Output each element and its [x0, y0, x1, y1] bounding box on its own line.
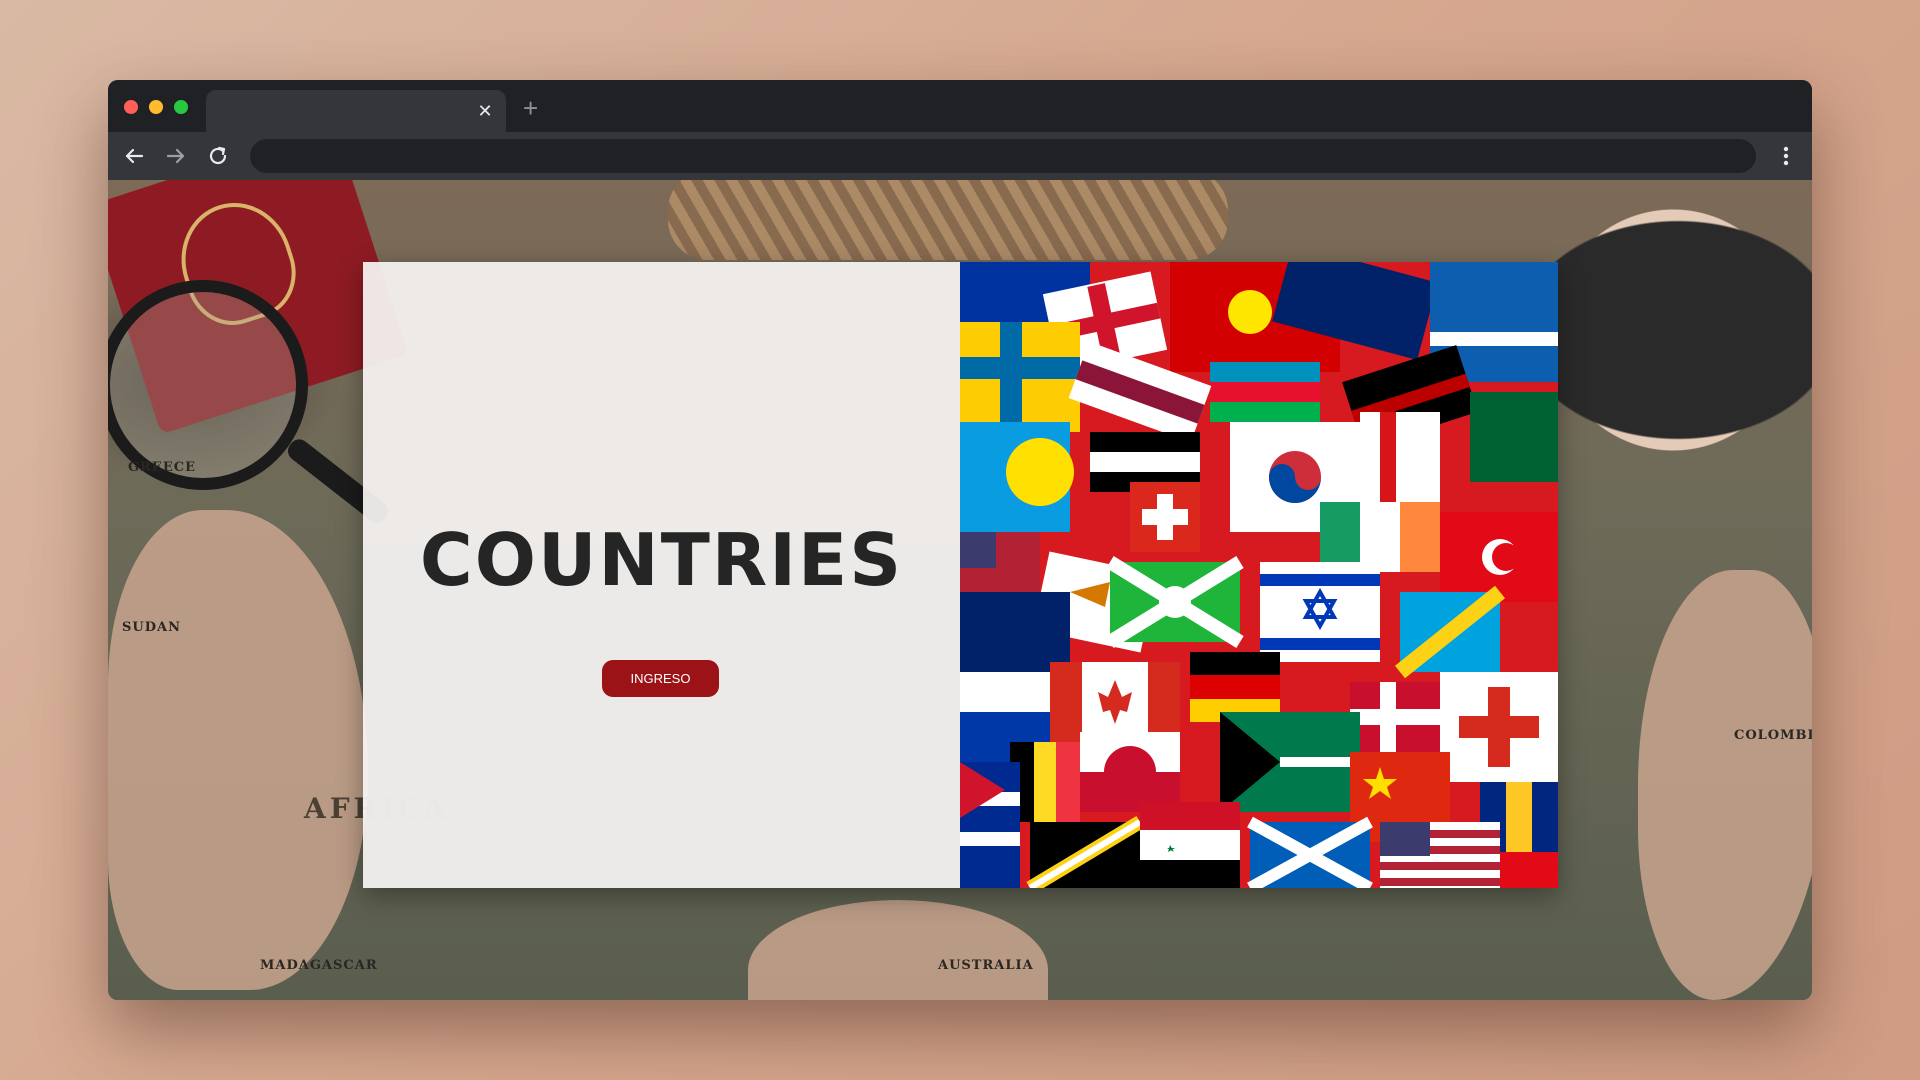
reload-icon[interactable] — [204, 142, 232, 170]
map-south-america — [1638, 570, 1812, 1000]
close-window-button[interactable] — [124, 100, 138, 114]
hero-card: COUNTRIES INGRESO — [363, 262, 1558, 888]
map-label-madagascar: MADAGASCAR — [260, 958, 378, 973]
back-arrow-icon[interactable] — [120, 142, 148, 170]
page-title: COUNTRIES — [419, 518, 904, 602]
maximize-window-button[interactable] — [174, 100, 188, 114]
map-label-greece: GREECE — [128, 460, 196, 475]
flags-collage-image — [960, 262, 1558, 888]
page-viewport: AFRICA AUSTRALIA COLOMBIA SUDAN GREECE M… — [108, 180, 1812, 1000]
ingreso-button[interactable]: INGRESO — [602, 660, 719, 697]
minimize-window-button[interactable] — [149, 100, 163, 114]
new-tab-icon[interactable]: + — [523, 94, 538, 122]
tab-bar: ✕ + — [108, 80, 1812, 132]
browser-toolbar — [108, 132, 1812, 180]
rope-decoration — [668, 180, 1228, 260]
hero-text-panel: COUNTRIES INGRESO — [363, 262, 960, 888]
kebab-menu-icon[interactable] — [1776, 142, 1796, 170]
tab-close-icon[interactable]: ✕ — [474, 98, 496, 124]
browser-tab[interactable]: ✕ — [206, 90, 506, 132]
map-label-sudan: SUDAN — [122, 620, 181, 635]
map-australia — [748, 900, 1048, 1000]
flags-collage-icon — [960, 262, 1558, 888]
magnifying-glass-icon — [108, 280, 308, 490]
map-label-colombia: COLOMBIA — [1734, 728, 1812, 743]
browser-window: ✕ + AFRICA AUST — [108, 80, 1812, 1000]
map-label-australia: AUSTRALIA — [938, 958, 1034, 973]
address-bar[interactable] — [250, 139, 1756, 173]
forward-arrow-icon[interactable] — [162, 142, 190, 170]
map-africa — [108, 510, 368, 990]
